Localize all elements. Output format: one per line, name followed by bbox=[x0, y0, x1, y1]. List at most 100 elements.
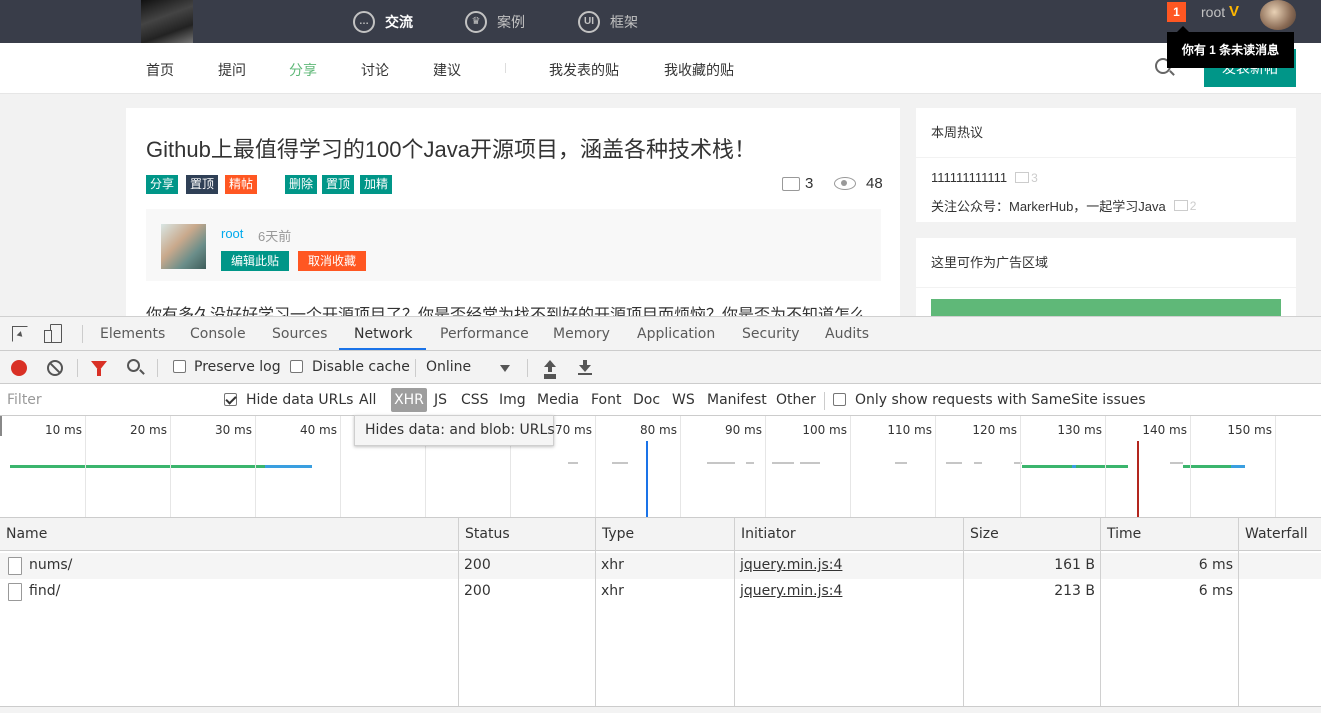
hide-data-urls-checkbox[interactable] bbox=[224, 393, 237, 406]
disable-cache-label: Disable cache bbox=[312, 359, 410, 375]
preserve-log-checkbox[interactable] bbox=[173, 360, 186, 373]
filter-type-img[interactable]: Img bbox=[499, 392, 526, 408]
column-divider[interactable] bbox=[734, 518, 735, 708]
search-icon[interactable] bbox=[127, 359, 140, 372]
subnav-home[interactable]: 首页 bbox=[146, 60, 174, 80]
tab-application[interactable]: Application bbox=[637, 326, 715, 342]
tab-audits[interactable]: Audits bbox=[825, 326, 869, 342]
set-featured-button[interactable]: 加精 bbox=[360, 175, 393, 194]
tab-sources[interactable]: Sources bbox=[272, 326, 327, 342]
divider bbox=[157, 359, 158, 377]
column-divider[interactable] bbox=[963, 518, 964, 708]
nav-cases[interactable]: ♛ 案例 bbox=[465, 0, 525, 43]
subnav-questions[interactable]: 提问 bbox=[218, 60, 246, 80]
article-card: Github上最值得学习的100个Java开源项目，涵盖各种技术栈！ 分享 置顶… bbox=[126, 108, 900, 318]
col-header-status[interactable]: Status bbox=[459, 518, 596, 551]
filter-type-doc[interactable]: Doc bbox=[633, 392, 660, 408]
col-header-name[interactable]: Name bbox=[0, 518, 459, 551]
subnav-suggest[interactable]: 建议 bbox=[433, 60, 461, 80]
col-header-initiator[interactable]: Initiator bbox=[735, 518, 964, 551]
set-top-button[interactable]: 置顶 bbox=[322, 175, 355, 194]
column-divider[interactable] bbox=[1238, 518, 1239, 708]
request-bar bbox=[612, 462, 628, 464]
record-button[interactable] bbox=[11, 360, 27, 376]
unfavorite-button[interactable]: 取消收藏 bbox=[298, 251, 367, 271]
filter-type-js[interactable]: JS bbox=[434, 392, 447, 408]
ad-title: 这里可作为广告区域 bbox=[916, 238, 1296, 288]
subnav-my-favorites[interactable]: 我收藏的贴 bbox=[664, 60, 734, 80]
table-row[interactable]: nums/ 200 xhr jquery.min.js:4 161 B 6 ms bbox=[0, 553, 1321, 579]
network-overview[interactable]: 10 ms20 ms30 ms40 ms50 ms60 ms70 ms80 ms… bbox=[0, 416, 1321, 518]
filter-type-media[interactable]: Media bbox=[537, 392, 579, 408]
request-name[interactable]: nums/ bbox=[29, 557, 72, 573]
request-initiator-link[interactable]: jquery.min.js:4 bbox=[740, 583, 842, 599]
filter-type-manifest[interactable]: Manifest bbox=[707, 392, 767, 408]
delete-button[interactable]: 删除 bbox=[285, 175, 318, 194]
throttling-select[interactable]: Online bbox=[426, 359, 471, 375]
column-divider[interactable] bbox=[458, 518, 459, 708]
subnav-my-posts[interactable]: 我发表的贴 bbox=[549, 60, 619, 80]
device-toolbar-icon[interactable] bbox=[44, 324, 64, 344]
column-divider[interactable] bbox=[1100, 518, 1101, 708]
divider bbox=[415, 359, 416, 377]
hot-item-count-value: 3 bbox=[1031, 170, 1038, 185]
site-logo[interactable] bbox=[141, 0, 193, 43]
col-header-type[interactable]: Type bbox=[596, 518, 735, 551]
overview-grid-line bbox=[1020, 416, 1021, 517]
hot-item[interactable]: 关注公众号：MarkerHub，一起学习Java 2 bbox=[931, 196, 1196, 215]
table-row[interactable]: find/ 200 xhr jquery.min.js:4 213 B 6 ms bbox=[0, 579, 1321, 605]
disable-cache-checkbox[interactable] bbox=[290, 360, 303, 373]
subnav-discuss[interactable]: 讨论 bbox=[361, 60, 389, 80]
request-bar bbox=[746, 462, 754, 464]
author-avatar[interactable] bbox=[161, 224, 206, 269]
filter-type-xhr[interactable]: XHR bbox=[391, 388, 427, 412]
tab-console[interactable]: Console bbox=[190, 326, 246, 342]
ad-card: 这里可作为广告区域 bbox=[916, 238, 1296, 318]
request-bar bbox=[800, 462, 820, 464]
tab-memory[interactable]: Memory bbox=[553, 326, 610, 342]
devtools-panel: Elements Console Sources Network Perform… bbox=[0, 316, 1321, 713]
filter-input[interactable] bbox=[3, 389, 208, 411]
filter-icon[interactable] bbox=[91, 361, 107, 376]
hot-item-count-value: 2 bbox=[1189, 198, 1197, 213]
subnav-share[interactable]: 分享 bbox=[289, 60, 317, 80]
request-name[interactable]: find/ bbox=[29, 583, 60, 599]
clear-button[interactable] bbox=[47, 360, 63, 376]
request-size: 161 B bbox=[1054, 557, 1095, 573]
ui-icon: UI bbox=[578, 10, 600, 33]
eye-icon bbox=[834, 177, 856, 190]
request-bar bbox=[895, 462, 907, 464]
samesite-checkbox[interactable] bbox=[833, 393, 846, 406]
filter-type-css[interactable]: CSS bbox=[461, 392, 489, 408]
chevron-down-icon[interactable] bbox=[500, 365, 510, 372]
tab-network[interactable]: Network bbox=[354, 326, 412, 342]
inspect-element-icon[interactable] bbox=[12, 326, 28, 342]
request-initiator-link[interactable]: jquery.min.js:4 bbox=[740, 557, 842, 573]
tab-performance[interactable]: Performance bbox=[440, 326, 529, 342]
nav-chat[interactable]: … 交流 bbox=[353, 0, 413, 43]
column-divider[interactable] bbox=[595, 518, 596, 708]
filter-type-ws[interactable]: WS bbox=[672, 392, 695, 408]
tab-elements[interactable]: Elements bbox=[100, 326, 165, 342]
comment-icon bbox=[1015, 172, 1030, 183]
col-header-size[interactable]: Size bbox=[964, 518, 1101, 551]
filter-type-font[interactable]: Font bbox=[591, 392, 621, 408]
user-avatar[interactable] bbox=[1260, 0, 1296, 30]
import-har-icon[interactable] bbox=[543, 360, 557, 376]
overview-grid-line bbox=[340, 416, 341, 517]
col-header-waterfall[interactable]: Waterfall bbox=[1239, 518, 1321, 551]
tab-security[interactable]: Security bbox=[742, 326, 800, 342]
filter-type-other[interactable]: Other bbox=[776, 392, 816, 408]
hot-item[interactable]: 111111111111 3 bbox=[931, 170, 1038, 185]
filter-type-all[interactable]: All bbox=[359, 392, 376, 408]
overview-grid-line bbox=[1105, 416, 1106, 517]
user-name[interactable]: root bbox=[1201, 4, 1225, 20]
edit-post-button[interactable]: 编辑此贴 bbox=[221, 251, 290, 271]
nav-framework[interactable]: UI 框架 bbox=[578, 0, 638, 43]
comment-count: 3 bbox=[782, 175, 813, 192]
request-bar bbox=[1076, 465, 1128, 468]
sub-navigation: 首页 提问 分享 讨论 建议 我发表的贴 我收藏的贴 发表新帖 bbox=[0, 43, 1321, 94]
notification-badge[interactable]: 1 bbox=[1167, 2, 1186, 22]
col-header-time[interactable]: Time bbox=[1101, 518, 1239, 551]
author-name[interactable]: root bbox=[221, 226, 243, 241]
